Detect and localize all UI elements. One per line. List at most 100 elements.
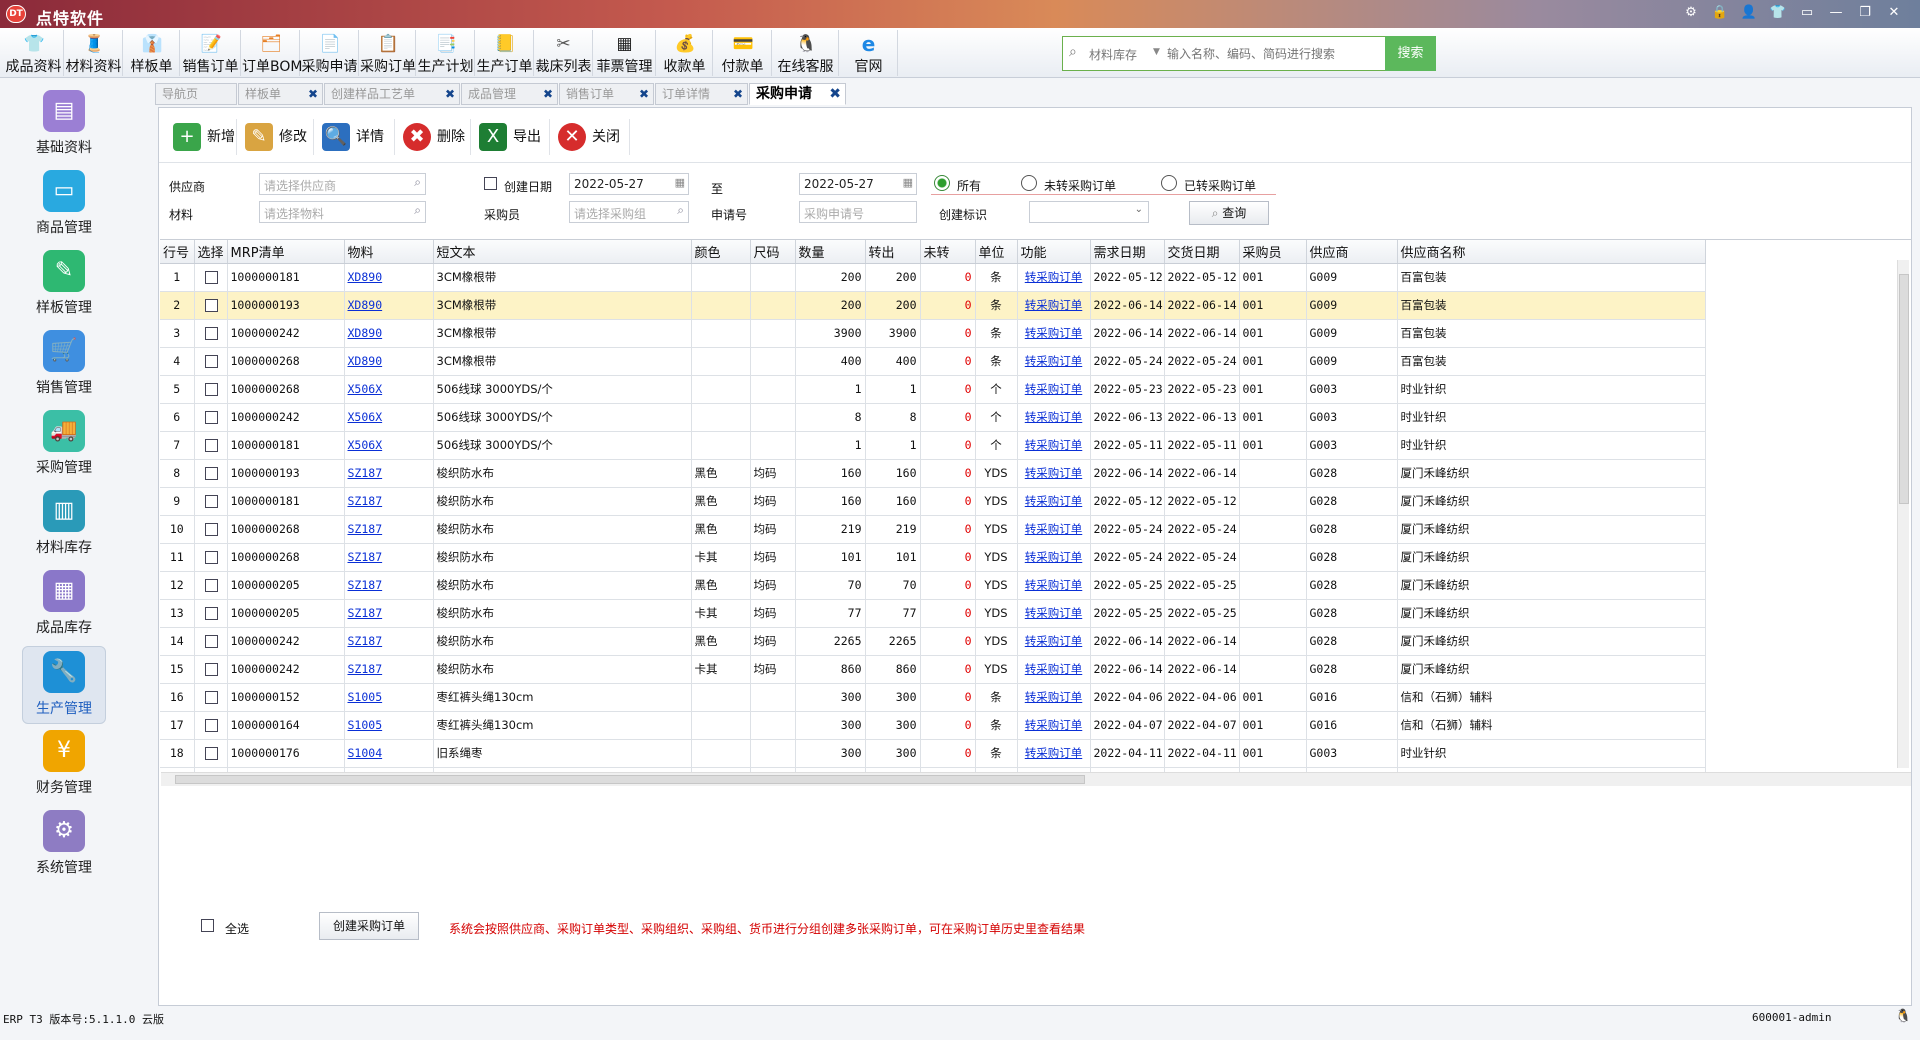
skin-icon[interactable]: 👕	[1767, 4, 1789, 22]
query-button[interactable]: ⌕ 查询	[1189, 201, 1269, 225]
close-icon[interactable]: ✕	[1883, 4, 1905, 22]
toolbar-button-qrcode[interactable]: ▦ 菲票管理	[594, 30, 656, 76]
table-row[interactable]: 3 1000000242 XD890 3CM橡根带 3900 3900 0 条 转采购订单 202…	[160, 319, 1706, 348]
cell-select[interactable]	[194, 487, 228, 516]
cell-select[interactable]	[194, 263, 228, 292]
cell-function[interactable]: 转采购订单	[1017, 683, 1091, 712]
cell-select[interactable]	[194, 711, 228, 740]
row-checkbox[interactable]	[204, 691, 218, 704]
cell-select[interactable]	[194, 515, 228, 544]
convert-to-po-link[interactable]: 转采购订单	[1025, 718, 1083, 732]
tab-close-icon[interactable]: ✖	[445, 84, 455, 104]
cell-select[interactable]	[194, 403, 228, 432]
cell-material[interactable]: SZ187	[344, 459, 434, 488]
convert-to-po-link[interactable]: 转采购订单	[1025, 410, 1083, 424]
material-link[interactable]: SZ187	[348, 494, 383, 508]
table-row[interactable]: 17 1000000164 S1005 枣红裤头绳130cm 300 300 0 条 转采购订单…	[160, 711, 1706, 740]
cell-function[interactable]: 转采购订单	[1017, 655, 1091, 684]
vertical-scrollbar[interactable]	[1897, 260, 1909, 768]
cell-material[interactable]: SZ187	[344, 599, 434, 628]
radio-converted[interactable]	[1161, 175, 1177, 191]
cell-material[interactable]: SZ187	[344, 571, 434, 600]
table-row[interactable]: 2 1000000193 XD890 3CM橡根带 200 200 0 条 转采购订单 2022-…	[160, 291, 1706, 320]
supplier-input[interactable]: 请选择供应商 ⌕	[259, 173, 426, 195]
cell-material[interactable]: S1005	[344, 711, 434, 740]
horizontal-scrollbar[interactable]	[161, 772, 1911, 786]
convert-to-po-link[interactable]: 转采购订单	[1025, 550, 1083, 564]
row-checkbox[interactable]	[204, 579, 218, 592]
calendar-icon[interactable]: ▦	[903, 176, 913, 189]
material-link[interactable]: S1005	[348, 718, 383, 732]
material-link[interactable]: SZ187	[348, 522, 383, 536]
table-row[interactable]: 12 1000000205 SZ187 梭织防水布 黑色 均码 70 70 0 YDS 转采购订单 2…	[160, 571, 1706, 600]
toolbar-button-garment[interactable]: 👕 成品资料	[4, 30, 64, 76]
row-checkbox[interactable]	[204, 551, 218, 564]
created-date-checkbox[interactable]	[484, 176, 497, 190]
toolbar-button-qq[interactable]: 🐧 在线客服	[773, 30, 839, 76]
tab-close-icon[interactable]: ✖	[733, 84, 743, 104]
sidebar-item-1[interactable]: ▤ 基础资料	[22, 86, 106, 164]
action-edit[interactable]: ✎ 修改	[239, 119, 314, 155]
radio-all[interactable]	[934, 175, 950, 191]
cell-select[interactable]	[194, 627, 228, 656]
convert-to-po-link[interactable]: 转采购订单	[1025, 438, 1083, 452]
cell-function[interactable]: 转采购订单	[1017, 375, 1091, 404]
radio-not-converted[interactable]	[1021, 175, 1037, 191]
cell-select[interactable]	[194, 571, 228, 600]
cell-material[interactable]: XD890	[344, 347, 434, 376]
row-checkbox[interactable]	[204, 299, 218, 312]
row-checkbox[interactable]	[204, 355, 218, 368]
row-checkbox[interactable]	[204, 747, 218, 760]
row-checkbox[interactable]	[204, 327, 218, 340]
convert-to-po-link[interactable]: 转采购订单	[1025, 382, 1083, 396]
cell-material[interactable]: SZ187	[344, 543, 434, 572]
cell-select[interactable]	[194, 347, 228, 376]
table-row[interactable]: 6 1000000242 X506X 506线球 3000YDS/个 8 8 0 个 转采购订单…	[160, 403, 1706, 432]
sidebar-item-7[interactable]: ▦ 成品库存	[22, 566, 106, 644]
search-scope-select[interactable]: 材料库存	[1089, 46, 1137, 63]
convert-to-po-link[interactable]: 转采购订单	[1025, 606, 1083, 620]
material-link[interactable]: SZ187	[348, 578, 383, 592]
cell-material[interactable]: XD890	[344, 319, 434, 348]
sidebar-item-4[interactable]: 🛒 销售管理	[22, 326, 106, 404]
cell-material[interactable]: S1004	[344, 739, 434, 768]
tab-close-icon[interactable]: ✖	[543, 84, 553, 104]
toolbar-button-pattern[interactable]: 👔 样板单	[124, 30, 180, 76]
material-link[interactable]: XD890	[348, 326, 383, 340]
row-checkbox[interactable]	[204, 607, 218, 620]
table-row[interactable]: 14 1000000242 SZ187 梭织防水布 黑色 均码 2265 2265 0 YDS 转采…	[160, 627, 1706, 656]
calendar-icon[interactable]: ▦	[675, 176, 685, 189]
table-row[interactable]: 13 1000000205 SZ187 梭织防水布 卡其 均码 77 77 0 YDS 转采购订单 2…	[160, 599, 1706, 628]
tab-2[interactable]: 样板单 ✖	[238, 83, 323, 105]
minimize-icon[interactable]: —	[1825, 4, 1847, 22]
row-checkbox[interactable]	[204, 411, 218, 424]
row-checkbox[interactable]	[204, 663, 218, 676]
settings-icon[interactable]: ⚙	[1680, 4, 1702, 22]
date-to-input[interactable]: 2022-05-27 ▦	[799, 173, 917, 195]
vertical-scroll-thumb[interactable]	[1899, 274, 1909, 504]
sidebar-item-10[interactable]: ⚙ 系统管理	[22, 806, 106, 884]
toolbar-button-production-order[interactable]: 📒 生产订单	[476, 30, 534, 76]
action-close-circle[interactable]: ✕ 关闭	[552, 119, 630, 155]
toolbar-button-bom[interactable]: 🗂 订单BOM	[242, 30, 302, 76]
toolbar-button-ie[interactable]: e 官网	[840, 30, 898, 76]
cell-material[interactable]: XD890	[344, 291, 434, 320]
cell-material[interactable]: SZ187	[344, 627, 434, 656]
tab-3[interactable]: 创建样品工艺单 ✖	[324, 83, 460, 105]
cell-function[interactable]: 转采购订单	[1017, 319, 1091, 348]
material-link[interactable]: SZ187	[348, 634, 383, 648]
cell-function[interactable]: 转采购订单	[1017, 571, 1091, 600]
material-link[interactable]: SZ187	[348, 662, 383, 676]
cell-function[interactable]: 转采购订单	[1017, 739, 1091, 768]
toolbar-button-production-plan[interactable]: 📑 生产计划	[417, 30, 475, 76]
request-no-input[interactable]: 采购申请号	[799, 201, 917, 223]
toolbar-button-purchase-order[interactable]: 📋 采购订单	[360, 30, 416, 76]
toolbar-button-fabric[interactable]: 🧵 材料资料	[65, 30, 123, 76]
material-link[interactable]: X506X	[348, 438, 383, 452]
horizontal-scroll-thumb[interactable]	[175, 775, 1085, 784]
cell-function[interactable]: 转采购订单	[1017, 599, 1091, 628]
convert-to-po-link[interactable]: 转采购订单	[1025, 326, 1083, 340]
cell-material[interactable]: X506X	[344, 375, 434, 404]
material-link[interactable]: X506X	[348, 410, 383, 424]
sidebar-item-2[interactable]: ▭ 商品管理	[22, 166, 106, 244]
